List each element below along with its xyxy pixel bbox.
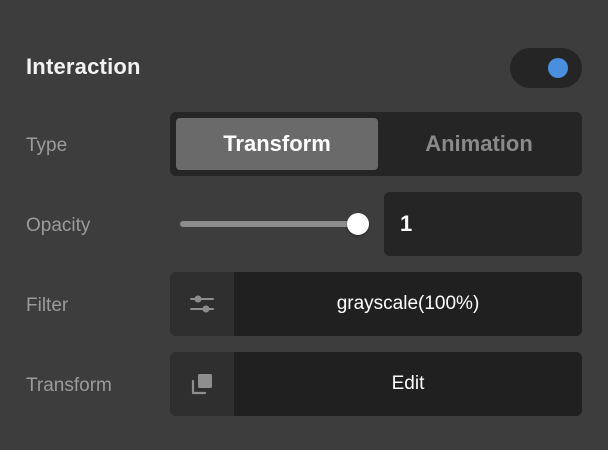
transform-edit-button[interactable]: Edit bbox=[234, 352, 582, 416]
type-segmented-control: Transform Animation bbox=[170, 112, 582, 176]
interaction-toggle[interactable] bbox=[510, 48, 582, 88]
type-option-transform[interactable]: Transform bbox=[176, 118, 378, 170]
section-title: Interaction bbox=[26, 54, 141, 79]
opacity-slider-thumb[interactable] bbox=[347, 213, 369, 235]
type-option-animation[interactable]: Animation bbox=[378, 118, 580, 170]
filter-label: Filter bbox=[26, 295, 69, 316]
filter-field[interactable]: grayscale(100%) bbox=[170, 272, 582, 336]
sliders-icon[interactable] bbox=[170, 272, 234, 336]
transform-label: Transform bbox=[26, 375, 112, 396]
transform-field[interactable]: Edit bbox=[170, 352, 582, 416]
toggle-knob bbox=[548, 58, 568, 78]
opacity-label: Opacity bbox=[26, 215, 91, 236]
opacity-slider[interactable] bbox=[180, 212, 370, 236]
type-label: Type bbox=[26, 135, 68, 156]
interaction-panel: Interaction Type Transform Animation Opa… bbox=[0, 0, 608, 450]
transform-copy-icon[interactable] bbox=[170, 352, 234, 416]
opacity-slider-track bbox=[180, 221, 358, 227]
opacity-input[interactable]: 1 bbox=[384, 192, 582, 256]
filter-value[interactable]: grayscale(100%) bbox=[234, 272, 582, 336]
